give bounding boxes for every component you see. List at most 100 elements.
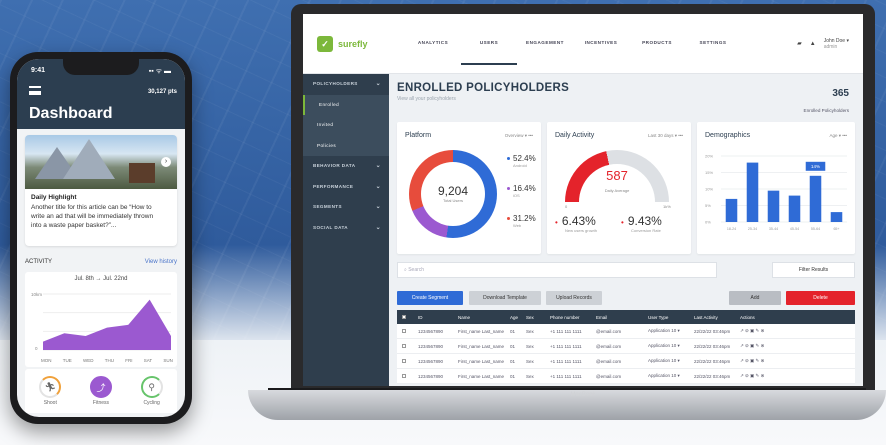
table-cell: @email.com	[596, 373, 622, 379]
column-header[interactable]: Email	[591, 315, 643, 320]
tab-fitness[interactable]: ⤴ Fitness	[89, 376, 112, 406]
daily-activity-panel: Daily Activity Last 30 days ▾ ••• 587 Da…	[547, 122, 691, 254]
sidebar-item[interactable]: SEGMENTS ⌄	[303, 197, 389, 218]
select-all-checkbox[interactable]	[397, 314, 413, 320]
sidebar-item[interactable]: POLICYHOLDERS ⌄	[303, 74, 389, 95]
demographic-bar[interactable]	[830, 212, 843, 222]
row-actions[interactable]: ↗ ⊘ ▣ ✎ ⊗	[735, 343, 791, 349]
app-logo[interactable]: ✓ surefly	[317, 35, 405, 52]
hamburger-menu-icon[interactable]	[29, 86, 41, 95]
enrolled-count: 365 Enrolled Policyholders	[804, 88, 849, 117]
chevron-down-icon: ⌄	[375, 204, 381, 210]
row-checkbox[interactable]	[397, 373, 413, 379]
row-checkbox[interactable]	[397, 328, 413, 334]
demographic-bar[interactable]	[725, 198, 738, 222]
x-tick-label: TUE	[62, 358, 72, 363]
card-text: into a waste paper basket?”...	[31, 222, 117, 229]
search-placeholder: Search	[408, 267, 425, 273]
tab-label: Fitness	[92, 400, 110, 406]
table-cell: @email.com	[596, 328, 622, 334]
main-nav: ANALYTICS USERS ENGAGEMENT INCENTIVES PRODUC…	[405, 22, 741, 65]
table-cell: 22/22/22 03:46pm	[694, 343, 731, 349]
delete-button[interactable]: Delete	[786, 291, 855, 305]
bell-icon[interactable]: ▲	[810, 41, 816, 47]
column-header[interactable]: Phone number	[545, 315, 591, 320]
demographic-bar[interactable]	[788, 195, 801, 222]
nav-tab[interactable]: ANALYTICS	[405, 22, 461, 65]
legend-label: iOS	[513, 193, 520, 198]
nav-tab[interactable]: PRODUCTS	[629, 22, 685, 65]
table-row[interactable]: 1234567890 First_name Last_name 01 Sex +1 11…	[397, 369, 855, 384]
stat-value: 6.43%	[561, 214, 596, 228]
y-tick-label: 10%	[705, 187, 713, 192]
sidebar-item[interactable]: Policies	[303, 135, 389, 156]
row-actions[interactable]: ↗ ⊘ ▣ ✎ ⊗	[735, 358, 791, 364]
page-title: ENROLLED POLICYHOLDERS	[397, 82, 570, 94]
download-template-button[interactable]: Download Template	[469, 291, 541, 305]
user-menu[interactable]: John Doe ▾ admin	[824, 38, 849, 50]
create-segment-button[interactable]: Create Segment	[397, 291, 463, 305]
filter-results-button[interactable]: Filter Results	[772, 262, 855, 278]
demographic-bar[interactable]	[809, 175, 822, 222]
table-row[interactable]: 1234567890 First_name Last_name 01 Sex +1 11…	[397, 324, 855, 339]
table-cell: 1234567890	[418, 328, 444, 334]
chat-icon[interactable]: ▰	[797, 40, 802, 47]
mountain-shape	[63, 139, 115, 179]
nav-tab[interactable]: INCENTIVES	[573, 22, 629, 65]
sidebar-item[interactable]: PERFORMANCE ⌄	[303, 177, 389, 198]
tab-cycling[interactable]: ⚲ Cycling	[140, 376, 163, 406]
table-cell: 01	[510, 373, 516, 379]
upload-records-button[interactable]: Upload Records	[546, 291, 602, 305]
column-header[interactable]: User Type	[643, 315, 689, 320]
card-heading: Daily Highlight	[31, 194, 77, 201]
sidebar-item[interactable]: Enrolled	[303, 94, 389, 115]
table-row[interactable]: 1234567890 First_name Last_name 01 Sex +1 11…	[397, 354, 855, 369]
sidebar-item[interactable]: BEHAVIOR DATA ⌄	[303, 156, 389, 177]
demographic-bar[interactable]	[746, 162, 759, 222]
row-actions[interactable]: ↗ ⊘ ▣ ✎ ⊗	[735, 373, 791, 379]
tab-label: Shoot	[43, 400, 57, 406]
y-tick-label: 0%	[705, 220, 711, 225]
chevron-right-icon[interactable]: ›	[161, 157, 171, 167]
search-input[interactable]: ⌕ Search	[397, 262, 717, 278]
panel-filter[interactable]: Last 30 days ▾ •••	[648, 133, 683, 139]
total-users-value: 9,204	[437, 184, 469, 198]
legend-label: Web	[513, 223, 522, 228]
column-header[interactable]: Age	[505, 315, 521, 320]
table-cell: 1234567890	[418, 373, 444, 379]
panel-filter[interactable]: Overview ▾ •••	[505, 133, 533, 139]
column-header[interactable]: Actions	[735, 315, 791, 320]
shield-icon: ✓	[317, 35, 333, 52]
laptop-screen: ✓ surefly ANALYTICS USERS ENGAGEMENT INCENTI…	[303, 14, 863, 386]
table-row[interactable]: 1234567890 First_name Last_name 01 Sex +1 11…	[397, 339, 855, 354]
sidebar-item[interactable]: SOCIAL DATA ⌄	[303, 218, 389, 239]
column-header[interactable]: Name	[453, 315, 505, 320]
x-tick-label: MON	[41, 358, 52, 363]
sidebar-item[interactable]: Invited	[303, 115, 389, 136]
column-header[interactable]: Last Activity	[689, 315, 735, 320]
nav-tab[interactable]: ENGAGEMENT	[517, 22, 573, 65]
table-cell: Application 10 ▾	[648, 373, 680, 378]
tab-shoot[interactable]: 🏃︎ Shoot	[39, 376, 62, 406]
add-button[interactable]: Add	[729, 291, 781, 305]
row-checkbox[interactable]	[397, 358, 413, 364]
phone-device: 9:41 ▪▪ ᯤ ▬ 30,127 pts Dashboard › Daily…	[10, 52, 192, 424]
sidebar-item-label: Policies	[317, 142, 337, 148]
total-users-label: Total Users	[442, 198, 463, 203]
demographic-bar[interactable]	[767, 190, 780, 222]
x-tick-label: THU	[104, 358, 114, 363]
gauge-value: 587	[606, 168, 628, 183]
table-cell: Application 10 ▾	[648, 343, 680, 348]
row-checkbox[interactable]	[397, 343, 413, 349]
highlight-card[interactable]: › Daily Highlight Another title for this…	[25, 135, 177, 246]
view-history-link[interactable]: View history	[145, 259, 177, 265]
nav-tab[interactable]: SETTINGS	[685, 22, 741, 65]
table-cell: 01	[510, 328, 516, 334]
nav-tab[interactable]: USERS	[461, 22, 517, 65]
column-header[interactable]: Sex	[521, 315, 545, 320]
y-tick-label: 15%	[705, 170, 713, 175]
row-actions[interactable]: ↗ ⊘ ▣ ✎ ⊗	[735, 328, 791, 334]
legend-value: 31.2%	[513, 214, 536, 223]
activity-chart: Jul. 8th → Jul. 22nd 10km 0 MON TUE WED THU…	[25, 272, 177, 367]
column-header[interactable]: ID	[413, 315, 453, 320]
